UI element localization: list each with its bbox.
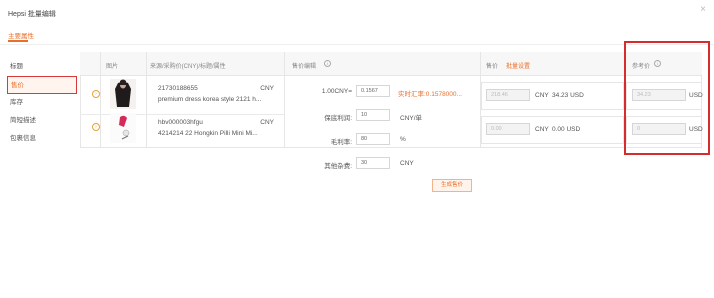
product-image (110, 113, 136, 143)
bulk-set-link[interactable]: 批量设置 (506, 61, 530, 70)
column-divider (146, 52, 147, 148)
header-price: 售价 (486, 64, 499, 70)
close-icon[interactable]: × (700, 5, 706, 15)
other-fees-unit: CNY (400, 160, 414, 167)
currency-text: CNY (260, 85, 274, 92)
dialog-title: Hepsi 批量编辑 (8, 11, 56, 18)
header-divider (0, 44, 714, 45)
sidebar-item-package-info[interactable]: 包裹信息 (7, 130, 77, 148)
row-select-radio[interactable]: › (92, 90, 100, 98)
header-price-editor: 售价编辑 (292, 64, 317, 70)
sidebar-item-stock[interactable]: 库存 (7, 94, 77, 112)
sku-text: 21730188655 (158, 85, 198, 92)
live-exchange-rate: 实时汇率:0.1578000... (398, 91, 462, 98)
price-converted: 34.23 USD (552, 92, 584, 99)
margin-unit: % (400, 136, 406, 143)
row-select-radio[interactable]: › (92, 123, 100, 131)
price-unit: CNY (535, 126, 549, 133)
product-title: premium dress korea style 2121 h... (158, 96, 262, 103)
column-divider (100, 52, 101, 148)
product-sku: 21730188655 CNY (158, 84, 278, 94)
sidebar-item-title[interactable]: 标题 (7, 58, 77, 76)
sidebar-item-price[interactable]: 售价 (7, 76, 77, 94)
product-title: 4214214 22 Hongkin Pilli Mini Mi... (158, 130, 258, 137)
sidebar-item-short-description[interactable]: 简短描述 (7, 112, 77, 130)
generate-price-button[interactable]: 生成售价 (432, 179, 472, 192)
min-profit-unit: CNY/单 (400, 115, 423, 122)
min-profit-label: 保底利润: (324, 115, 352, 122)
margin-label: 毛利率: (330, 139, 352, 146)
column-divider (284, 52, 285, 148)
currency-text: CNY (260, 119, 274, 126)
margin-input[interactable] (356, 133, 390, 145)
min-profit-input[interactable] (356, 109, 390, 121)
sidebar: 标题 售价 库存 简短描述 包裹信息 (7, 58, 77, 148)
info-icon: i (324, 60, 331, 67)
product-sku: hbv000003hfgu CNY (158, 118, 278, 128)
sku-text: hbv000003hfgu (158, 119, 203, 126)
exchange-rate-input[interactable] (356, 85, 390, 97)
header-source: 来源/采购价(CNY)/标题/属性 (150, 64, 226, 70)
price-input[interactable] (486, 123, 530, 135)
tab-active-underline (8, 40, 28, 42)
price-input[interactable] (486, 89, 530, 101)
product-image (110, 79, 136, 109)
price-converted: 0.00 USD (552, 126, 581, 133)
other-fees-label: 其他杂费: (324, 163, 352, 170)
rate-label: 1.00CNY= (321, 88, 352, 95)
highlight-box (624, 41, 710, 155)
tab-main-attributes[interactable]: 主要属性 (8, 30, 34, 40)
header-image: 图片 (106, 64, 119, 70)
price-unit: CNY (535, 92, 549, 99)
other-fees-input[interactable] (356, 157, 390, 169)
